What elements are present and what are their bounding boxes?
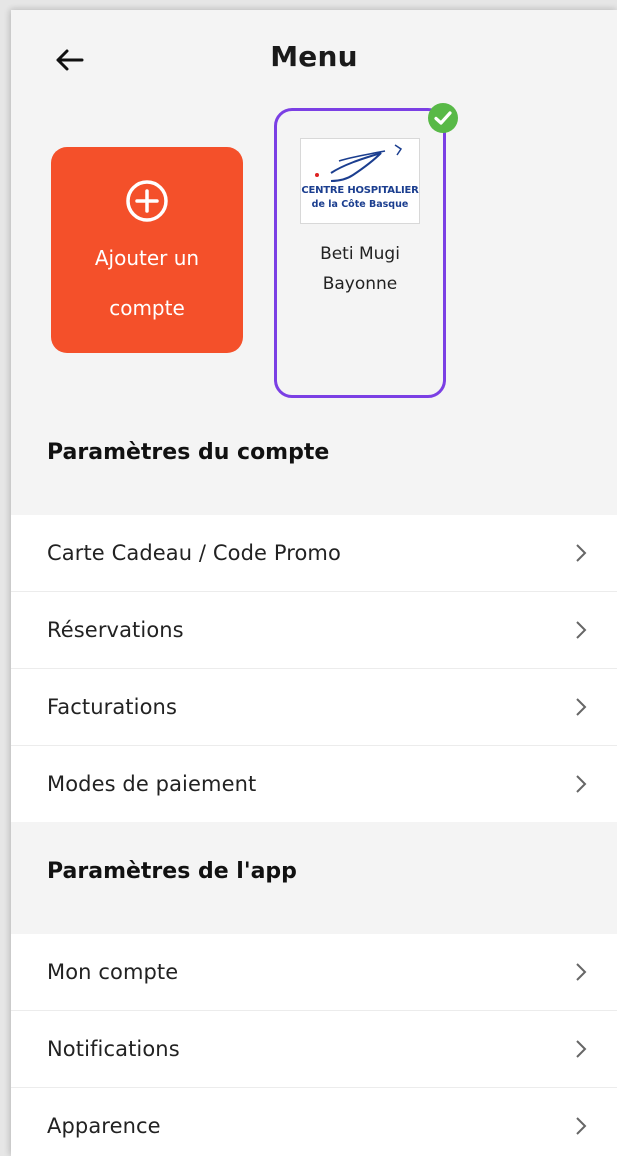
logo-line-2: de la Côte Basque bbox=[311, 199, 409, 210]
chevron-right-icon bbox=[576, 544, 587, 562]
logo-line-1: CENTRE HOSPITALIER bbox=[301, 185, 419, 196]
menu-item-label: Apparence bbox=[47, 1114, 161, 1138]
menu-item-payment-methods[interactable]: Modes de paiement bbox=[11, 746, 617, 822]
page-title: Menu bbox=[270, 40, 358, 73]
menu-item-notifications[interactable]: Notifications bbox=[11, 1011, 617, 1088]
account-name: Beti Mugi Bayonne bbox=[320, 244, 400, 294]
account-settings-title: Paramètres du compte bbox=[47, 440, 330, 465]
menu-item-label: Facturations bbox=[47, 695, 177, 719]
menu-item-billing[interactable]: Facturations bbox=[11, 669, 617, 746]
menu-item-label: Réservations bbox=[47, 618, 184, 642]
menu-item-my-account[interactable]: Mon compte bbox=[11, 934, 617, 1011]
menu-item-label: Mon compte bbox=[47, 960, 179, 984]
chevron-right-icon bbox=[576, 1040, 587, 1058]
add-account-button[interactable]: Ajouter un compte bbox=[51, 147, 243, 353]
account-settings-list: Carte Cadeau / Code Promo Réservations F… bbox=[11, 515, 617, 822]
add-account-label: Ajouter un compte bbox=[94, 246, 200, 320]
hospital-logo: CENTRE HOSPITALIER de la Côte Basque bbox=[300, 138, 420, 224]
chevron-right-icon bbox=[576, 1117, 587, 1135]
chevron-right-icon bbox=[576, 698, 587, 716]
chevron-right-icon bbox=[576, 775, 587, 793]
check-circle-icon bbox=[428, 103, 458, 133]
menu-item-label: Modes de paiement bbox=[47, 772, 257, 796]
menu-item-appearance[interactable]: Apparence bbox=[11, 1088, 617, 1156]
menu-item-reservations[interactable]: Réservations bbox=[11, 592, 617, 669]
menu-item-label: Carte Cadeau / Code Promo bbox=[47, 541, 341, 565]
menu-item-gift-card[interactable]: Carte Cadeau / Code Promo bbox=[11, 515, 617, 592]
plus-circle-icon bbox=[126, 180, 168, 222]
chevron-right-icon bbox=[576, 621, 587, 639]
menu-screen: Menu Ajouter un compte CENTRE HOSPITALIE… bbox=[11, 10, 617, 1156]
app-settings-title: Paramètres de l'app bbox=[47, 859, 297, 884]
chevron-right-icon bbox=[576, 963, 587, 981]
app-settings-list: Mon compte Notifications Apparence bbox=[11, 934, 617, 1156]
bird-logo-icon bbox=[315, 144, 403, 182]
menu-item-label: Notifications bbox=[47, 1037, 180, 1061]
